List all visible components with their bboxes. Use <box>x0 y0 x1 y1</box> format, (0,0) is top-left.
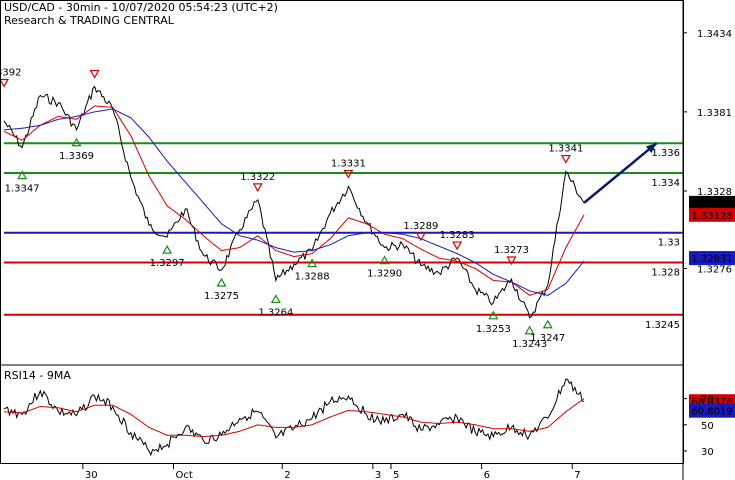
swing-low-marker <box>216 277 227 287</box>
swing-high-label: 1.3392 <box>0 67 22 78</box>
swing-low-label: 1.3247 <box>530 333 565 344</box>
swing-high-label: 1.3289 <box>403 221 438 232</box>
swing-low-marker <box>162 244 173 254</box>
swing-low-marker <box>270 294 281 304</box>
rsi-ma-line <box>3 398 585 438</box>
level-label: 1.336 <box>651 148 680 159</box>
swing-high-marker <box>0 78 10 88</box>
swing-high-label: 1.3341 <box>548 144 583 155</box>
rsi-tag-label: 60.8019 <box>691 407 732 418</box>
price-panel: 1.336 1.334 1.33 1.328 1.3245 1.3392 1.3347 1.3… <box>0 67 735 350</box>
swing-high-label: 1.3283 <box>440 230 475 241</box>
x-tick-label: 6 <box>484 470 490 480</box>
swing-high-label: 1.3273 <box>494 245 529 256</box>
rsi-line <box>3 378 585 457</box>
y-tick-label: 1.3434 <box>697 29 732 40</box>
x-tick-label: 5 <box>393 470 399 480</box>
level-label: 1.334 <box>651 178 680 189</box>
rsi-y-tick-label: 30 <box>701 447 714 458</box>
swing-high-label: 1.3331 <box>331 158 366 169</box>
y-tick-label: 1.3276 <box>697 265 732 276</box>
swing-high-marker <box>560 154 571 164</box>
swing-high-marker <box>89 69 100 79</box>
swing-low-marker <box>542 319 553 329</box>
x-tick-label: 7 <box>574 470 580 480</box>
ma-slow-line <box>3 108 585 296</box>
rsi-y-tick-label: 50 <box>701 421 714 432</box>
y-tick-label: 1.3381 <box>697 108 732 119</box>
x-tick-label: 3 <box>375 470 381 480</box>
swing-low-label: 1.3290 <box>367 269 402 280</box>
swing-high-marker <box>452 241 463 251</box>
level-label: 1.3245 <box>645 320 680 331</box>
swing-high-marker <box>252 183 263 193</box>
price-tag-label: 1.32831 <box>691 254 732 265</box>
usdcad-chart: 1.3361.3341.331.3281.32451.33921.33471.3… <box>0 0 735 480</box>
price-tag-label: 1.33128 <box>691 211 732 222</box>
rsi-panel: 68.037660.8019 <box>3 378 735 457</box>
chart-frame: 1.3434 1.3381 1.3328 1.3276 70 50 30 30 Oct 2 3 5 6 7 <box>0 0 732 480</box>
swing-low-label: 1.3275 <box>204 291 239 302</box>
x-tick-label: Oct <box>175 470 192 480</box>
swing-low-label: 1.3297 <box>150 258 185 269</box>
rsi-panel-title: RSI14 - 9MA <box>4 369 71 382</box>
swing-low-label: 1.3264 <box>258 307 293 318</box>
ma-fast-line <box>3 105 585 296</box>
swing-low-label: 1.3253 <box>476 324 511 335</box>
swing-high-marker <box>415 232 426 242</box>
swing-low-label: 1.3369 <box>59 151 94 162</box>
swing-low-label: 1.3288 <box>295 272 330 283</box>
level-label: 1.33 <box>658 238 680 249</box>
swing-high-label: 1.3322 <box>240 172 275 183</box>
level-label: 1.328 <box>651 268 680 279</box>
price-line <box>3 85 585 319</box>
x-tick-label: 30 <box>85 470 98 480</box>
swing-low-label: 1.3347 <box>5 184 40 195</box>
y-tick-label: 1.3328 <box>697 187 732 198</box>
rsi-y-tick-label: 70 <box>701 395 714 406</box>
x-tick-label: 2 <box>284 470 290 480</box>
